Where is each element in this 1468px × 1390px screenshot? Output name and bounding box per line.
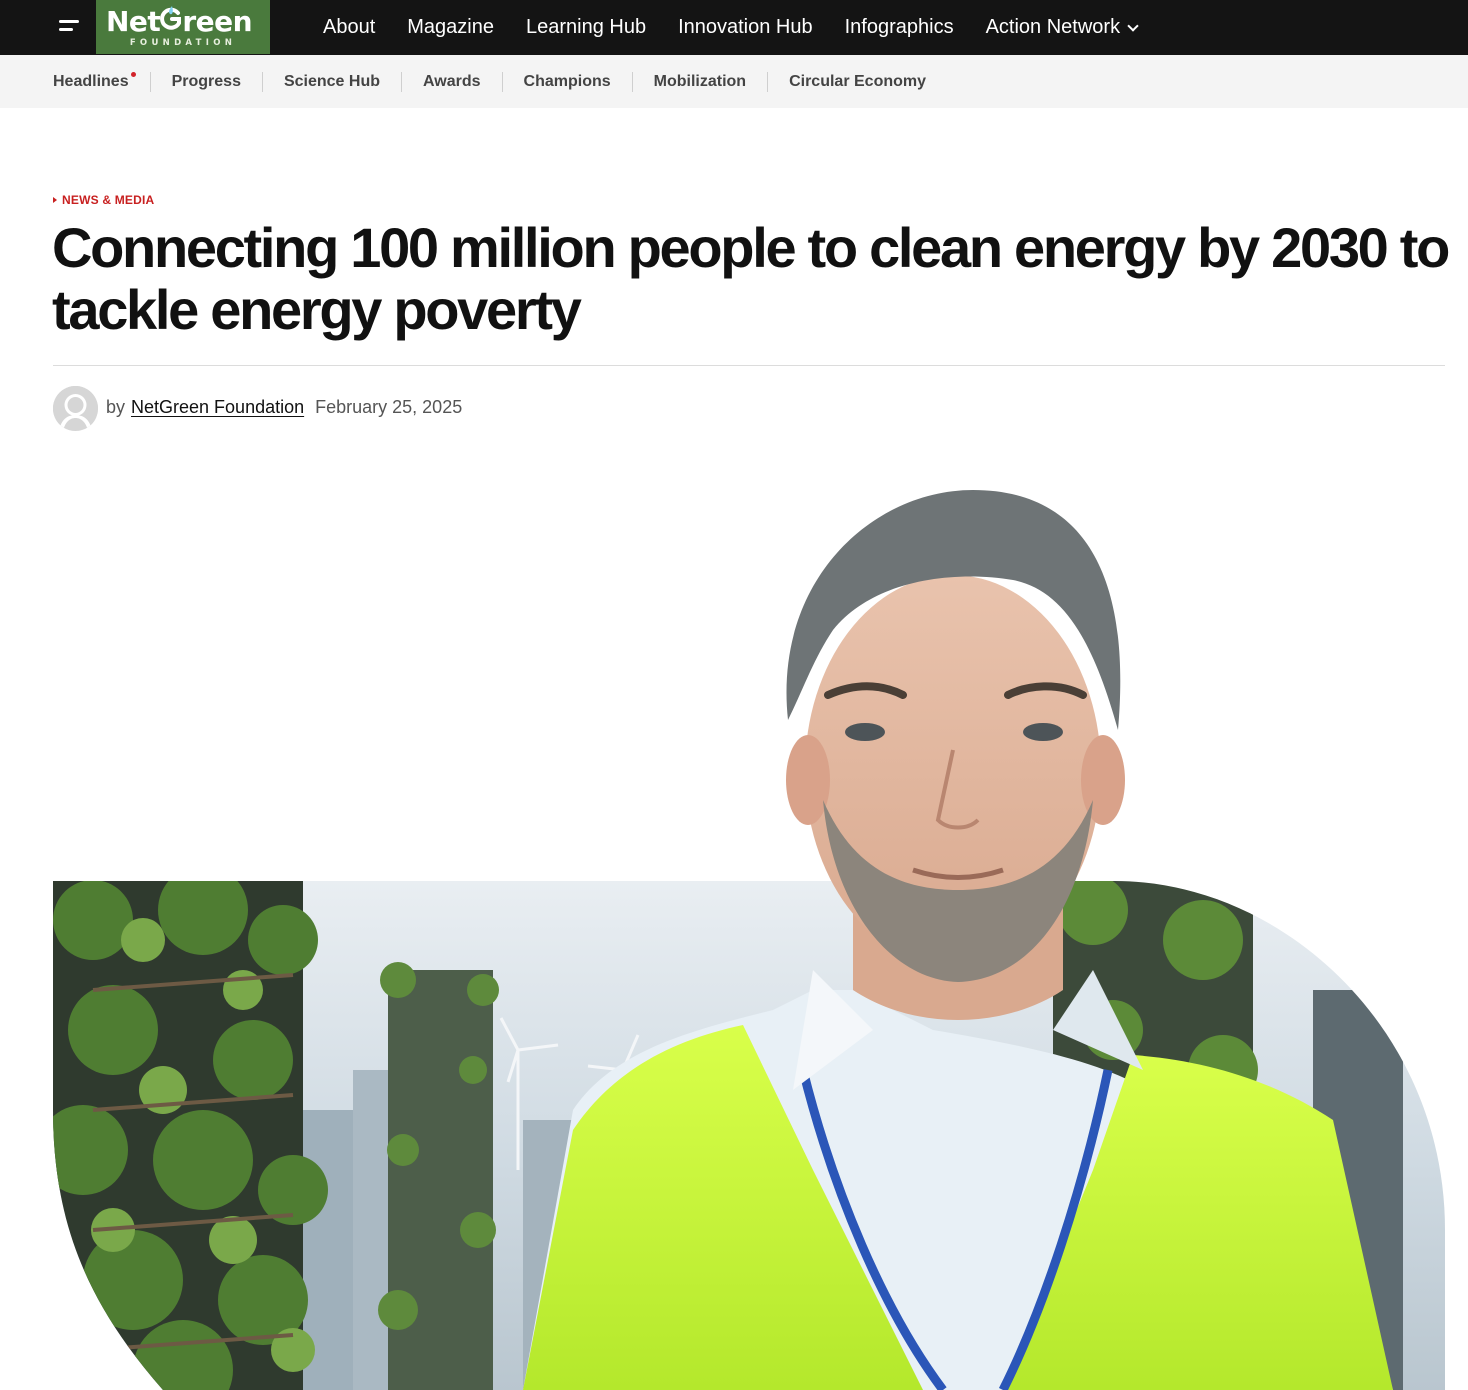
secondary-nav: Headlines Progress Science Hub Awards Ch… <box>53 55 926 108</box>
category-link[interactable]: NEWS & MEDIA <box>53 193 154 207</box>
category-label: NEWS & MEDIA <box>62 193 155 207</box>
nav-learning-hub[interactable]: Learning Hub <box>526 16 646 39</box>
caret-right-icon <box>53 197 57 203</box>
divider <box>401 71 402 92</box>
notification-dot-icon <box>130 71 136 77</box>
user-avatar-icon[interactable] <box>53 386 98 431</box>
divider <box>767 71 769 92</box>
author-link[interactable]: NetGreen Foundation <box>131 397 304 418</box>
secondary-navigation-bar: Headlines Progress Science Hub Awards Ch… <box>0 55 1468 108</box>
hamburger-menu-icon[interactable] <box>52 14 84 40</box>
subnav-awards[interactable]: Awards <box>423 73 481 91</box>
byline: by NetGreen Foundation February 25, 2025 <box>106 397 462 418</box>
divider <box>501 71 503 92</box>
subnav-mobilization[interactable]: Mobilization <box>654 73 746 91</box>
hero-image <box>53 470 1445 1390</box>
divider <box>261 71 263 92</box>
top-navigation-bar: Net reen FOUNDATION About Magazine Learni… <box>0 0 1468 55</box>
header-divider <box>53 365 1445 366</box>
subnav-headlines[interactable]: Headlines <box>53 71 136 91</box>
subnav-progress[interactable]: Progress <box>172 73 241 91</box>
subnav-circular-economy[interactable]: Circular Economy <box>789 73 926 91</box>
nav-magazine[interactable]: Magazine <box>407 16 494 39</box>
chevron-down-icon <box>1127 19 1139 32</box>
publish-date: February 25, 2025 <box>315 397 463 417</box>
byline-prefix: by <box>106 397 126 417</box>
divider <box>631 71 633 92</box>
article-headline: Connecting 100 million people to clean e… <box>52 216 1450 341</box>
site-logo[interactable]: Net reen FOUNDATION <box>96 0 270 54</box>
nav-about[interactable]: About <box>323 16 375 39</box>
divider <box>149 71 151 92</box>
logo-tagline: FOUNDATION <box>129 38 237 48</box>
subnav-science-hub[interactable]: Science Hub <box>284 73 380 91</box>
nav-action-network[interactable]: Action Network <box>985 16 1139 39</box>
main-nav: About Magazine Learning Hub Innovation H… <box>323 0 1139 55</box>
logo-g-drop-icon <box>160 6 181 30</box>
nav-action-network-label: Action Network <box>985 16 1121 38</box>
subnav-headlines-label: Headlines <box>53 72 129 90</box>
nav-innovation-hub[interactable]: Innovation Hub <box>678 16 813 39</box>
subnav-champions[interactable]: Champions <box>524 73 611 91</box>
nav-infographics[interactable]: Infographics <box>845 16 954 39</box>
